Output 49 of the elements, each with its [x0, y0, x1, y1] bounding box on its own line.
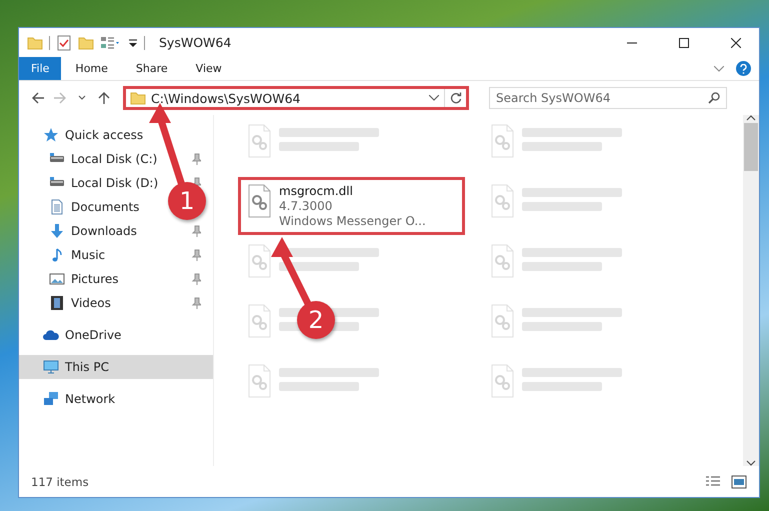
large-icons-view-icon[interactable]: [731, 474, 747, 488]
star-icon: [43, 127, 59, 143]
ribbon-tab[interactable]: Share: [122, 57, 182, 80]
monitor-icon: [43, 359, 59, 375]
view-options-icon[interactable]: [100, 34, 122, 50]
search-field[interactable]: Search SysWOW64: [489, 87, 727, 109]
ribbon-tab[interactable]: Home: [61, 57, 122, 80]
navigation-item[interactable]: Local Disk (C:): [19, 147, 213, 171]
film-strip-icon: [49, 295, 65, 311]
network-icon: [43, 391, 59, 407]
file-detail: 4.7.3000: [279, 199, 334, 213]
document-icon: [49, 199, 65, 215]
navigation-item[interactable]: OneDrive: [19, 323, 213, 347]
address-bar[interactable]: C:\Windows\SysWOW64: [123, 86, 469, 110]
folder-icon: [130, 90, 146, 106]
scroll-up-icon: [746, 115, 756, 121]
help-icon[interactable]: [736, 61, 751, 76]
question-mark-icon: [740, 64, 747, 74]
window-title: SysWOW64: [159, 35, 232, 50]
scroll-down-icon: [746, 460, 756, 466]
navigation-item[interactable]: Videos: [19, 291, 213, 315]
refresh-icon: [450, 92, 462, 104]
down-arrow-icon: [49, 223, 65, 239]
file-item[interactable]: msgrocm.dll 4.7.3000 Windows Messenger O...: [238, 177, 465, 235]
close-icon: [731, 38, 741, 48]
ribbon-tab[interactable]: View: [182, 57, 236, 80]
expand-ribbon-icon[interactable]: [714, 66, 724, 72]
dropdown-caret-icon[interactable]: [429, 95, 439, 101]
file-name: msgrocm.dll: [279, 184, 354, 198]
navigation-item[interactable]: Network: [19, 387, 213, 411]
vertical-scrollbar[interactable]: [743, 115, 759, 466]
properties-icon[interactable]: [56, 34, 72, 50]
scroll-thumb[interactable]: [744, 123, 758, 171]
navigation-item[interactable]: Quick access: [19, 123, 213, 147]
navigation-item[interactable]: Pictures: [19, 267, 213, 291]
ribbon-tab[interactable]: File: [19, 57, 62, 80]
forward-icon: [53, 91, 67, 105]
back-icon: [31, 91, 45, 105]
address-path: C:\Windows\SysWOW64: [151, 90, 302, 106]
navigation-item[interactable]: This PC: [19, 355, 213, 379]
item-count: 117 items: [31, 474, 90, 488]
picture-icon: [49, 271, 65, 287]
navigation-item[interactable]: Downloads: [19, 219, 213, 243]
file-description: Windows Messenger O...: [279, 214, 426, 228]
up-icon: [97, 91, 111, 105]
maximize-icon: [679, 38, 689, 48]
details-view-icon[interactable]: [705, 474, 721, 488]
search-icon: [708, 92, 720, 104]
navigation-item[interactable]: Music: [19, 243, 213, 267]
